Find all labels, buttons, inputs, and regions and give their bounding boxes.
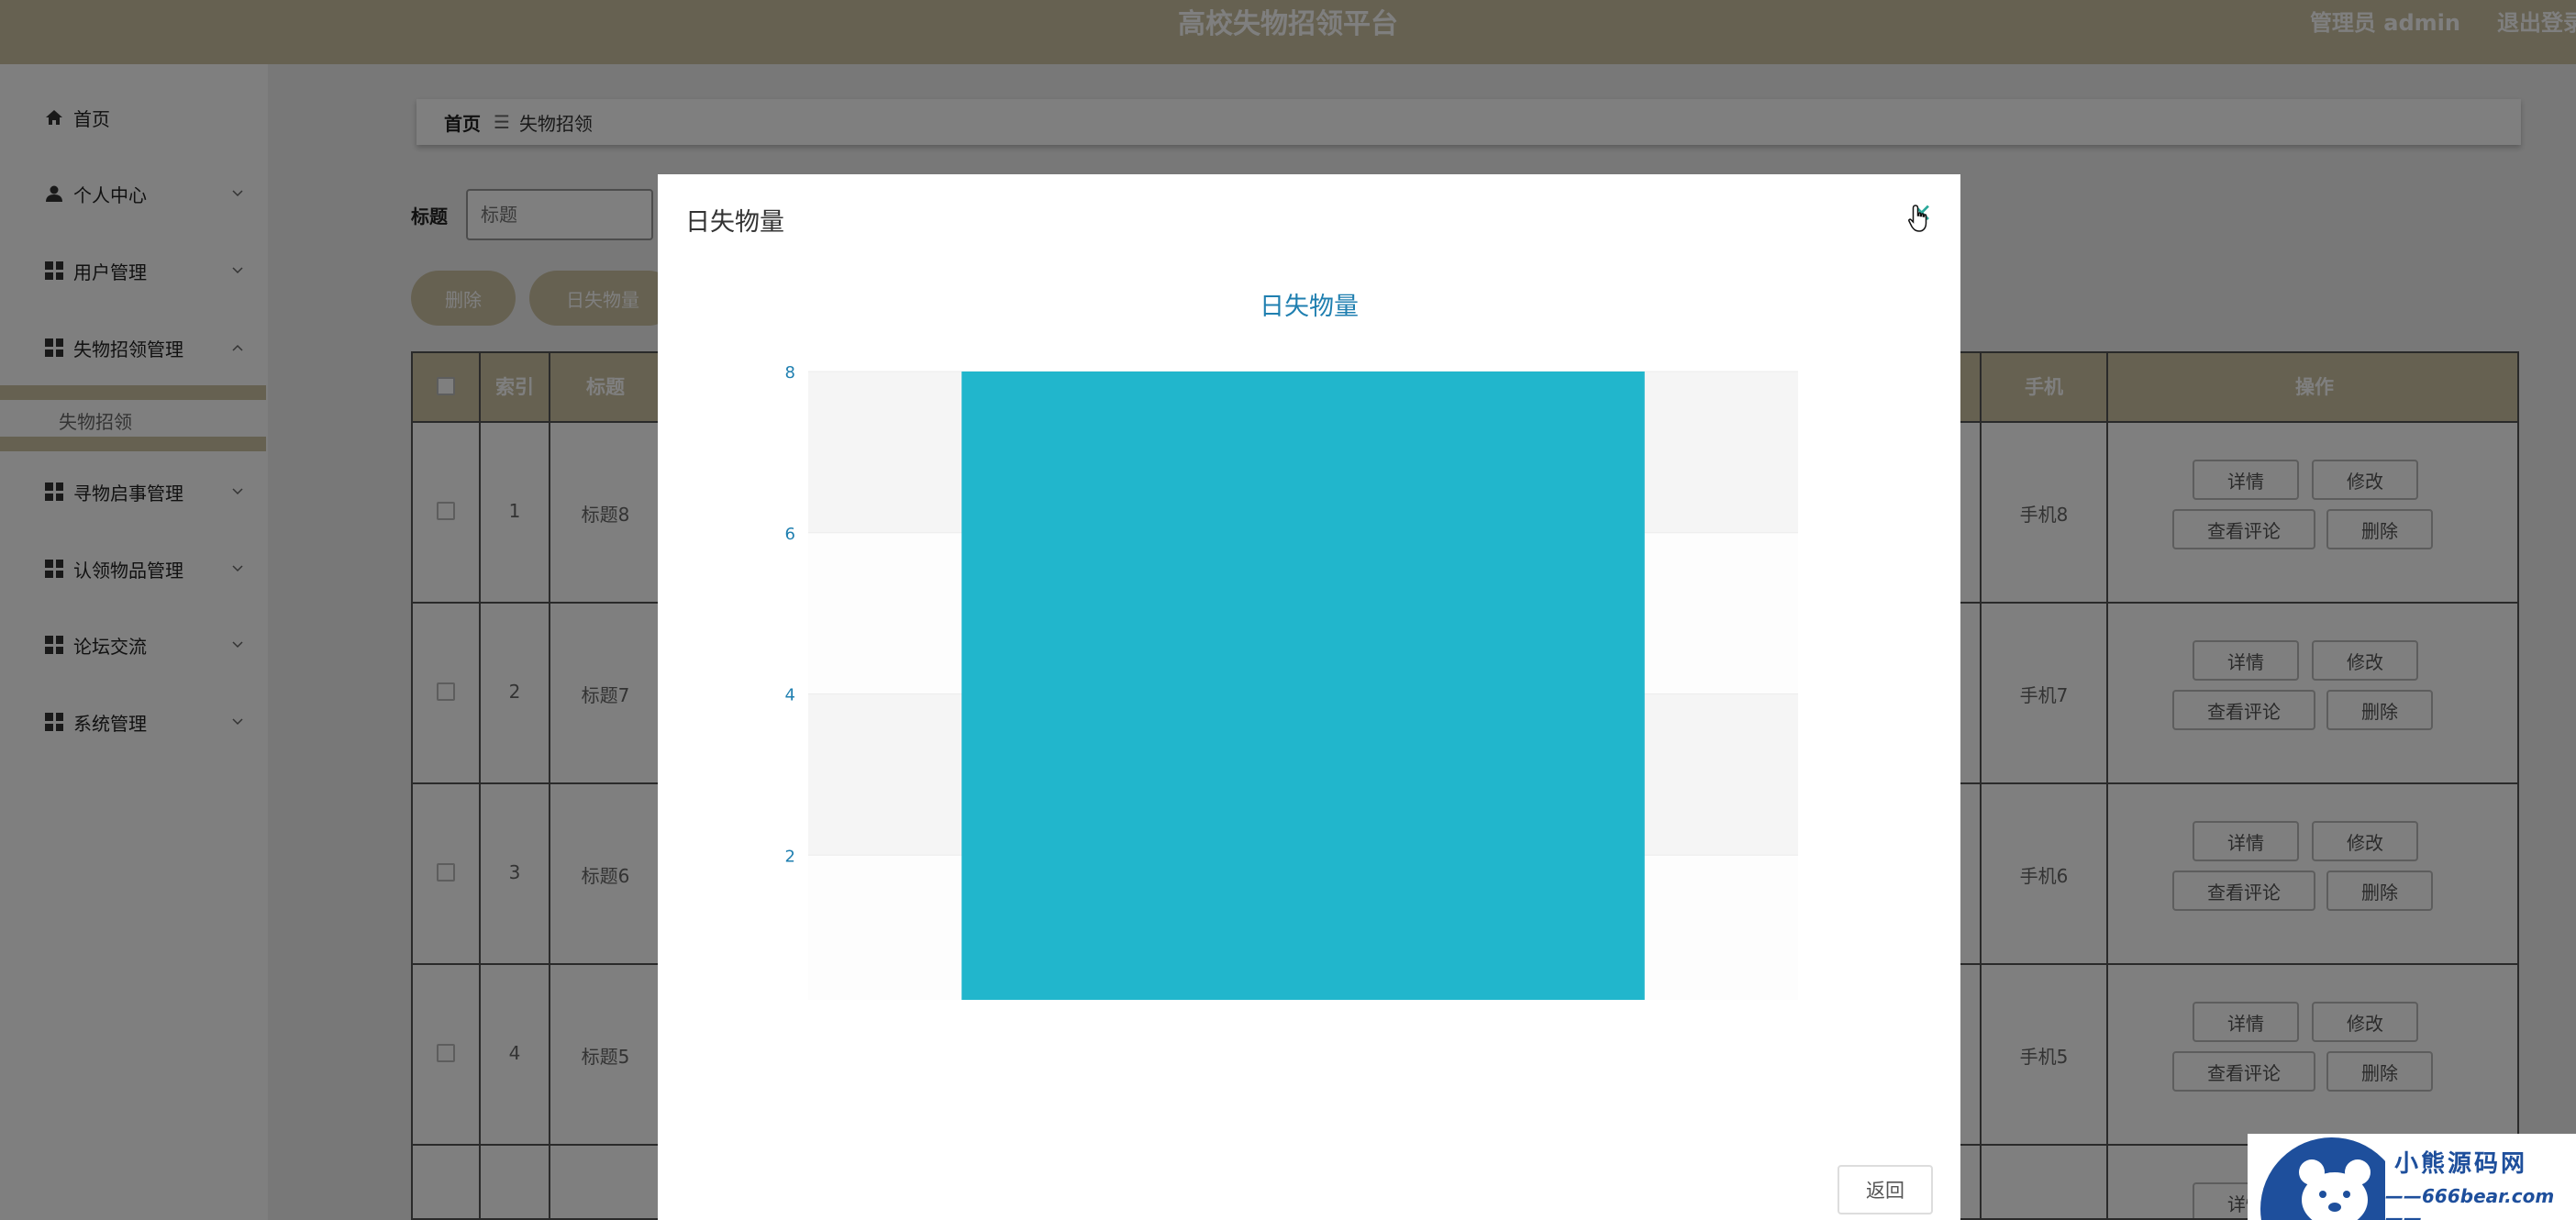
watermark: 小熊源码网 ——666bear.com—— [2248,1134,2576,1220]
bear-logo-icon [2260,1137,2385,1220]
y-tick-label: 6 [785,525,795,544]
chart-title: 日失物量 [1260,293,1359,321]
back-button[interactable]: 返回 [1838,1165,1933,1214]
y-tick-label: 8 [785,363,795,383]
daily-stats-dialog: 日失物量 ✕ 日失物量 024682022-12-26 返回 [658,174,1960,1220]
y-tick-label: 4 [785,686,795,705]
daily-lost-chart: 日失物量 024682022-12-26 [785,293,1798,1000]
watermark-cn-text: 小熊源码网 [2394,1150,2528,1178]
y-tick-label: 2 [785,847,795,866]
watermark-en-text: ——666bear.com—— [2385,1185,2555,1220]
chart-bar[interactable] [961,372,1645,1000]
